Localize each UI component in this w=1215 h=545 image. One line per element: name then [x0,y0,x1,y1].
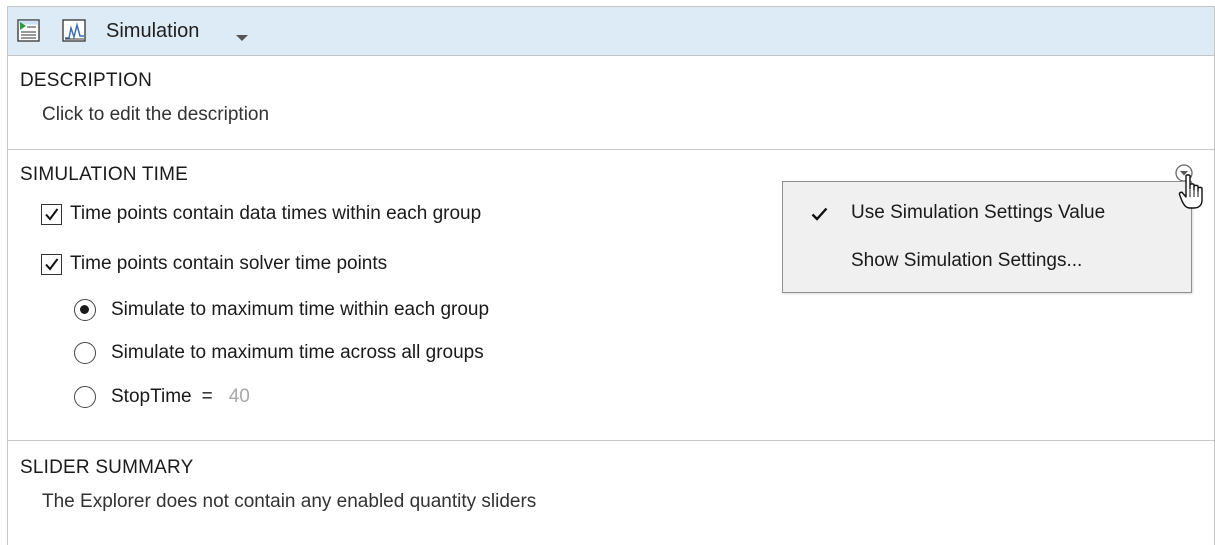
solver-time-checkbox[interactable] [41,253,62,275]
max-time-within-option[interactable]: Simulate to maximum time within each gro… [74,299,489,321]
simulation-time-heading: SIMULATION TIME [20,164,189,185]
section-title[interactable]: Simulation [106,20,199,43]
stoptime-label: StopTime [111,386,192,407]
stoptime-value[interactable]: 40 [229,386,250,408]
slider-summary-text: The Explorer does not contain any enable… [42,491,537,512]
dropdown-caret-icon[interactable] [235,29,249,41]
max-time-across-label: Simulate to maximum time across all grou… [111,342,484,363]
hand-pointer-cursor-icon [1178,173,1212,213]
panel-header: Simulation [8,6,1214,56]
options-popup-menu: Use Simulation Settings Value Show Simul… [782,181,1192,293]
menu-item-label: Use Simulation Settings Value [851,202,1106,223]
menu-item-label: Show Simulation Settings... [851,250,1083,271]
stoptime-radio[interactable] [74,386,96,408]
data-times-label: Time points contain data times within ea… [70,203,482,224]
description-text[interactable]: Click to edit the description [42,104,269,126]
slider-summary-heading: SLIDER SUMMARY [20,457,194,478]
data-times-checkbox[interactable] [41,203,62,225]
menu-item-use-simulation-settings[interactable]: Use Simulation Settings Value [783,190,1191,234]
plot-icon[interactable] [60,18,88,44]
data-sheet-icon[interactable] [15,18,43,44]
solver-time-label: Time points contain solver time points [70,253,388,274]
stoptime-option[interactable]: StopTime = 40 [74,386,250,408]
divider [8,440,1214,441]
max-time-across-radio[interactable] [74,342,96,364]
max-time-within-label: Simulate to maximum time within each gro… [111,299,490,320]
checkmark-icon [811,205,828,227]
max-time-across-option[interactable]: Simulate to maximum time across all grou… [74,342,484,364]
stoptime-equals: = [201,386,213,407]
solver-time-option[interactable]: Time points contain solver time points [41,253,387,275]
max-time-within-radio[interactable] [74,299,96,321]
description-heading: DESCRIPTION [20,70,153,91]
menu-item-show-simulation-settings[interactable]: Show Simulation Settings... [783,238,1191,282]
divider [8,149,1214,150]
data-times-option[interactable]: Time points contain data times within ea… [41,203,481,225]
